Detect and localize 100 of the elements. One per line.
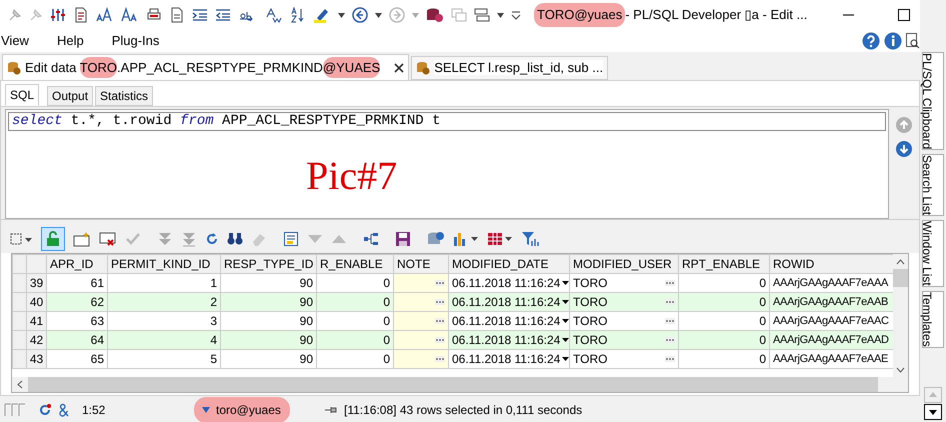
database-gear-icon xyxy=(416,61,430,75)
menu-item[interactable]: Plug-Ins xyxy=(112,31,160,51)
table-cell-text: AAArjGAAgAAAF7eAAA xyxy=(773,276,888,291)
table-cell-text: 06.11.2018 11:16:24 xyxy=(452,351,560,368)
caret-icon[interactable] xyxy=(562,281,568,285)
tree-icon[interactable] xyxy=(363,232,379,246)
customize-icon[interactable] xyxy=(511,10,521,20)
table-cell-text: 90 xyxy=(300,351,313,368)
database-icon[interactable] xyxy=(427,231,445,247)
vertical-scrollbar[interactable] xyxy=(893,254,908,377)
info-icon[interactable] xyxy=(884,32,902,50)
refresh-icon[interactable] xyxy=(38,403,52,417)
table-cell-text: 06.11.2018 11:16:24 xyxy=(452,313,560,330)
row-number: 40 xyxy=(30,295,44,309)
search-icon[interactable] xyxy=(906,33,920,49)
arrow-down-icon[interactable] xyxy=(896,141,912,157)
table-cell-text: 0 xyxy=(383,275,390,292)
table-cell-text: AAArjGAAgAAAF7eAAD xyxy=(773,332,889,348)
side-tab[interactable]: Window List xyxy=(922,220,944,287)
scroll-down-icon[interactable] xyxy=(924,404,942,420)
database-gear-icon[interactable] xyxy=(426,7,444,23)
menu-item[interactable]: Help xyxy=(56,31,84,51)
table-cell-text: 1 xyxy=(210,275,217,292)
caret-icon[interactable] xyxy=(562,319,568,323)
ellipsis-icon[interactable] xyxy=(665,299,675,305)
outdent-icon[interactable] xyxy=(215,7,231,23)
table-cell-text: 06.11.2018 11:16:24 xyxy=(452,275,560,292)
table-cell-text: AAArjGAAgAAAF7eAAE xyxy=(773,352,888,367)
sub-tab[interactable]: Statistics xyxy=(95,86,154,106)
caret-icon[interactable] xyxy=(497,12,504,18)
document-icon[interactable] xyxy=(169,7,185,23)
document-tab[interactable]: Edit data TORO.APP_ACL_RESPTYPE_PRMKIND@YUAES xyxy=(2,54,410,80)
ellipsis-icon[interactable] xyxy=(435,337,445,343)
table-cell-text: 3 xyxy=(210,313,217,330)
caret-icon[interactable] xyxy=(562,338,568,342)
insert-record-icon[interactable] xyxy=(73,231,91,247)
ellipsis-icon[interactable] xyxy=(665,318,675,324)
font-size-icon[interactable] xyxy=(96,7,114,23)
caret-icon[interactable] xyxy=(562,300,568,304)
table-cell-text: 0 xyxy=(759,332,766,348)
table-cell-text: 0 xyxy=(759,275,766,292)
table-cell-text: 61 xyxy=(90,275,104,292)
ellipsis-icon[interactable] xyxy=(665,356,675,362)
row-number: 42 xyxy=(30,333,44,347)
table-cell-text: 64 xyxy=(90,332,104,348)
window-layout-icon[interactable] xyxy=(474,7,490,23)
binoculars-icon[interactable] xyxy=(227,232,243,246)
filter-icon[interactable] xyxy=(521,231,539,247)
close-icon[interactable] xyxy=(394,62,404,72)
select-icon[interactable] xyxy=(9,231,33,247)
sort-icon[interactable] xyxy=(290,7,306,23)
document-icon[interactable] xyxy=(73,7,89,23)
table-cell-text: 06.11.2018 11:16:24 xyxy=(452,294,560,310)
menu-item[interactable]: View xyxy=(1,31,29,51)
scroll-up-icon[interactable] xyxy=(896,259,905,265)
delete-record-icon[interactable] xyxy=(99,231,117,247)
cursor-position: 1:52 xyxy=(82,402,106,419)
table-cell-text: 90 xyxy=(300,332,313,348)
scroll-left-icon[interactable] xyxy=(17,380,23,389)
ellipsis-icon[interactable] xyxy=(665,280,675,286)
caret-icon[interactable] xyxy=(562,357,568,361)
table-icon[interactable] xyxy=(487,231,513,247)
maximize-icon[interactable] xyxy=(898,9,910,21)
form-view-icon[interactable] xyxy=(283,231,299,247)
table-cell-text: 4 xyxy=(210,332,217,348)
document-tab[interactable]: SELECT l.resp_list_id, sub ... xyxy=(411,56,608,80)
ellipsis-icon[interactable] xyxy=(435,356,445,362)
indent-icon[interactable] xyxy=(192,7,208,23)
keyword-case-icon[interactable] xyxy=(265,7,283,23)
ellipsis-icon[interactable] xyxy=(435,318,445,324)
caret-icon[interactable] xyxy=(338,12,345,18)
lock-button[interactable] xyxy=(41,227,65,251)
ellipsis-icon[interactable] xyxy=(435,299,445,305)
side-tab[interactable]: Search List xyxy=(922,154,944,216)
connection-selector[interactable]: toro@yuaes xyxy=(194,397,290,422)
bar-chart-icon[interactable] xyxy=(453,231,479,247)
side-tab[interactable]: Templates xyxy=(922,291,944,348)
sub-tab[interactable]: SQL xyxy=(5,84,40,106)
save-icon[interactable] xyxy=(395,231,411,247)
side-tab[interactable]: PL/SQL Clipboard xyxy=(922,52,944,150)
font-case-icon[interactable] xyxy=(121,7,139,23)
help-icon[interactable] xyxy=(862,32,880,50)
table-cell-text: TORO xyxy=(573,351,608,368)
pin-icon xyxy=(324,405,338,415)
window-title: - PL/SQL Developer ▯a - Edit ... xyxy=(625,6,808,24)
table-cell-text: TORO xyxy=(573,332,608,348)
table-cell-text: 63 xyxy=(90,313,104,330)
refresh-icon[interactable] xyxy=(205,232,219,246)
sub-tab[interactable]: Output xyxy=(47,86,94,106)
highlighter-icon[interactable] xyxy=(313,7,331,23)
table-cell-text: 90 xyxy=(300,294,313,310)
scroll-down-icon[interactable] xyxy=(896,367,905,373)
back-icon[interactable] xyxy=(352,7,368,23)
table-cell-text: 0 xyxy=(383,313,390,330)
scroll-thumb[interactable] xyxy=(893,269,908,287)
checkmark-icon[interactable] xyxy=(125,231,141,247)
sliders-icon[interactable] xyxy=(50,7,66,23)
ellipsis-icon[interactable] xyxy=(665,337,675,343)
caret-icon[interactable] xyxy=(375,12,382,18)
ellipsis-icon[interactable] xyxy=(435,280,445,286)
